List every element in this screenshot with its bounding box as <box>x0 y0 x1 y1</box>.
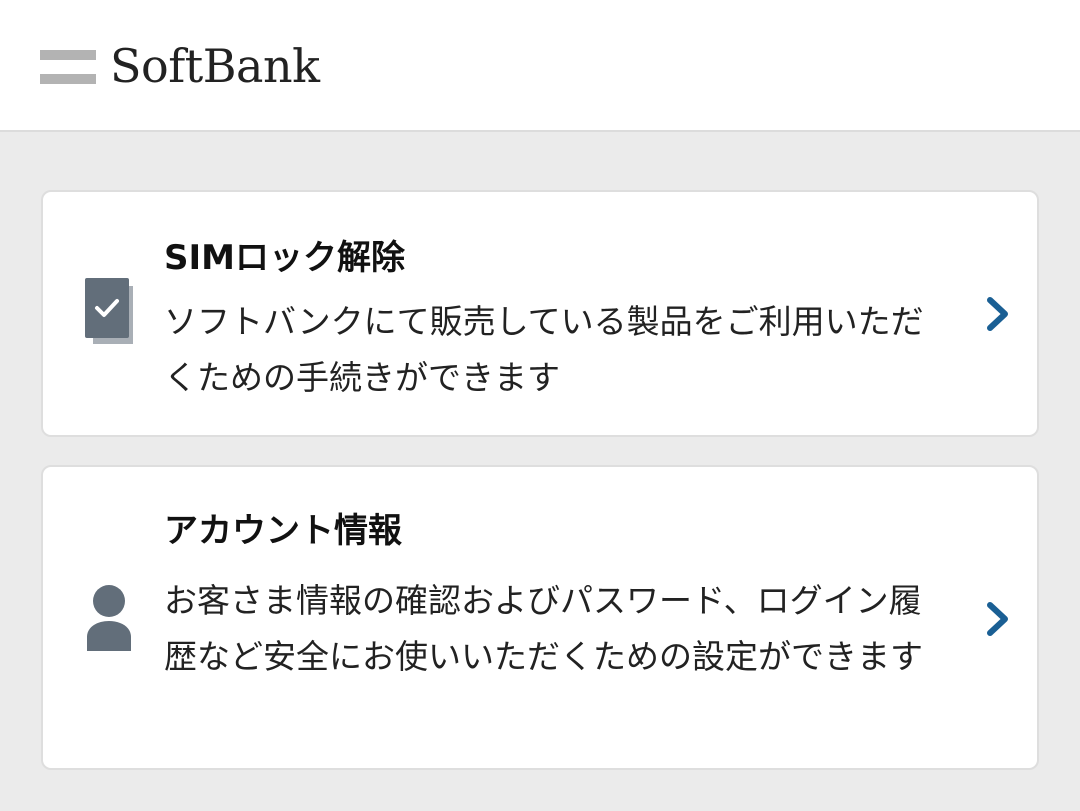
account-info-card[interactable]: アカウント情報 お客さま情報の確認およびパスワード、ログイン履歴など安全にお使い… <box>41 465 1039 770</box>
softbank-logo-bars-icon <box>40 46 96 86</box>
softbank-logo[interactable]: SoftBank <box>40 39 320 93</box>
account-info-description: お客さま情報の確認およびパスワード、ログイン履歴など安全にお使いいただくための設… <box>164 581 923 676</box>
person-icon <box>85 585 133 657</box>
account-info-title: アカウント情報 <box>164 511 402 551</box>
sim-unlock-card[interactable]: SIMロック解除 ソフトバンクにて販売している製品をご利用いただくための手続きが… <box>41 190 1039 437</box>
sim-unlock-description: ソフトバンクにて販売している製品をご利用いただくための手続きができます <box>164 302 924 397</box>
sim-unlock-title: SIMロック解除 <box>164 238 405 278</box>
brand-name: SoftBank <box>110 39 320 93</box>
chevron-right-icon[interactable] <box>985 296 1011 332</box>
chevron-right-icon[interactable] <box>985 601 1011 637</box>
document-check-icon <box>85 278 137 352</box>
app-header: SoftBank <box>0 0 1080 132</box>
